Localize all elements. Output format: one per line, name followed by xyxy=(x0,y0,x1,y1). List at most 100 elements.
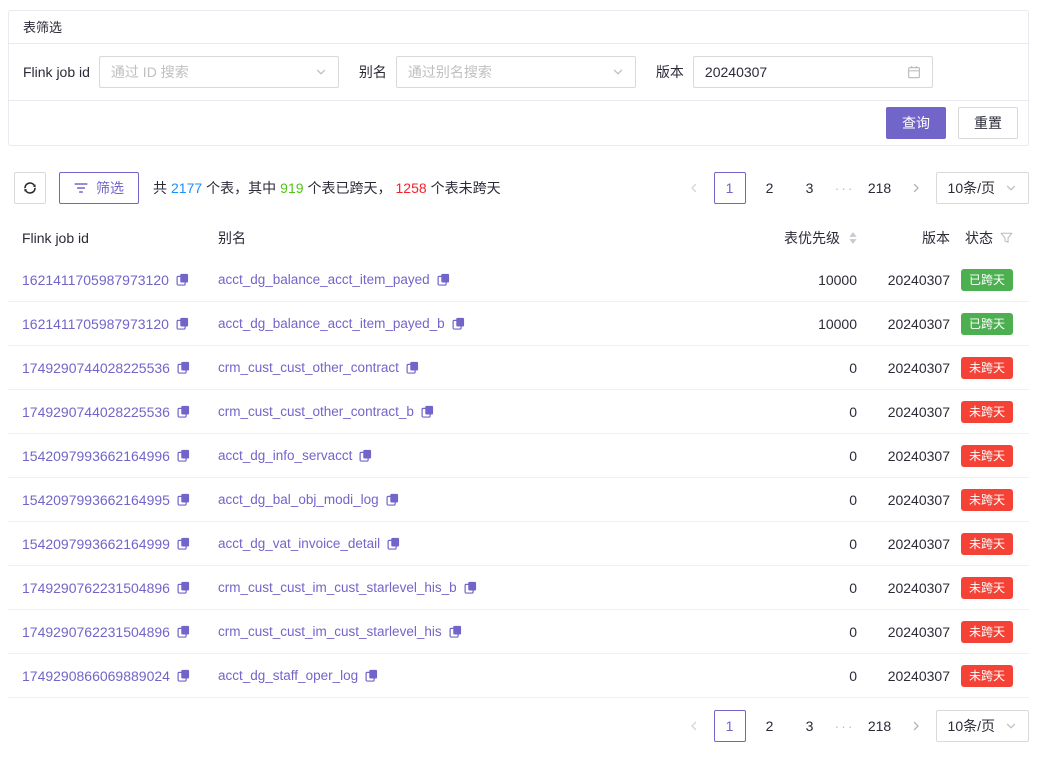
next-page-button[interactable] xyxy=(904,710,928,742)
status-badge: 未跨天 xyxy=(961,621,1013,643)
status-badge: 已跨天 xyxy=(961,313,1013,335)
prev-page-button[interactable] xyxy=(682,710,706,742)
copy-icon[interactable] xyxy=(177,493,190,506)
flink-job-id-select[interactable]: 通过 ID 搜索 xyxy=(99,56,339,88)
copy-icon[interactable] xyxy=(449,625,462,638)
next-page-button[interactable] xyxy=(904,172,928,204)
flink-job-id-placeholder: 通过 ID 搜索 xyxy=(111,62,189,82)
page-button-3[interactable]: 3 xyxy=(794,172,826,204)
table-row: 1749290866069889024 acct_dg_staff_oper_l… xyxy=(8,654,1029,698)
version-cell: 20240307 xyxy=(857,360,950,376)
copy-icon[interactable] xyxy=(177,449,190,462)
status-badge: 未跨天 xyxy=(961,665,1013,687)
column-header-status: 状态 xyxy=(950,228,1029,248)
copy-icon[interactable] xyxy=(421,405,434,418)
copy-icon[interactable] xyxy=(177,537,190,550)
alias-link[interactable]: crm_cust_cust_other_contract_b xyxy=(218,404,414,419)
total-count: 2177 xyxy=(171,180,202,196)
page: 表筛选 Flink job id 通过 ID 搜索 别名 通过别名搜索 版本 xyxy=(0,0,1037,742)
page-button-last[interactable]: 218 xyxy=(864,172,896,204)
caret-up-icon xyxy=(849,232,857,237)
flink-job-id-link[interactable]: 1749290744028225536 xyxy=(22,360,170,376)
search-button[interactable]: 查询 xyxy=(886,107,946,139)
chevron-down-icon xyxy=(1005,182,1017,194)
page-button-3[interactable]: 3 xyxy=(794,710,826,742)
filter-button[interactable]: 筛选 xyxy=(59,172,139,204)
version-cell: 20240307 xyxy=(857,492,950,508)
page-size-select[interactable]: 10条/页 xyxy=(936,172,1029,204)
alias-link[interactable]: acct_dg_bal_obj_modi_log xyxy=(218,492,379,507)
page-size-value: 10条/页 xyxy=(948,178,995,198)
flink-job-id-link[interactable]: 1621411705987973120 xyxy=(22,272,169,288)
page-button-2[interactable]: 2 xyxy=(754,710,786,742)
copy-icon[interactable] xyxy=(437,273,450,286)
summary-part1: 共 xyxy=(153,178,167,198)
pagination-bottom: 1 2 3 ··· 218 10条/页 xyxy=(682,710,1029,742)
filter-card-header: 表筛选 xyxy=(9,11,1028,44)
flink-job-id-link[interactable]: 1749290744028225536 xyxy=(22,404,170,420)
caret-down-icon xyxy=(849,239,857,244)
copy-icon[interactable] xyxy=(464,581,477,594)
filter-lines-icon xyxy=(74,182,88,194)
column-header-version: 版本 xyxy=(857,228,950,248)
status-filter-icon[interactable] xyxy=(1000,232,1013,244)
copy-icon[interactable] xyxy=(452,317,465,330)
alias-link[interactable]: acct_dg_balance_acct_item_payed xyxy=(218,272,430,287)
alias-field: 别名 通过别名搜索 xyxy=(359,56,636,88)
flink-job-id-link[interactable]: 1749290866069889024 xyxy=(22,668,170,684)
alias-link[interactable]: crm_cust_cust_im_cust_starlevel_his_b xyxy=(218,580,457,595)
flink-job-id-link[interactable]: 1749290762231504896 xyxy=(22,580,170,596)
chevron-right-icon xyxy=(910,182,922,194)
alias-link[interactable]: crm_cust_cust_im_cust_starlevel_his xyxy=(218,624,442,639)
copy-icon[interactable] xyxy=(386,493,399,506)
copy-icon[interactable] xyxy=(387,537,400,550)
page-size-value: 10条/页 xyxy=(948,716,995,736)
flink-job-id-link[interactable]: 1542097993662164999 xyxy=(22,536,170,552)
filter-card-body: Flink job id 通过 ID 搜索 别名 通过别名搜索 版本 20240… xyxy=(9,44,1028,100)
page-button-2[interactable]: 2 xyxy=(754,172,786,204)
alias-link[interactable]: acct_dg_info_servacct xyxy=(218,448,352,463)
status-badge: 未跨天 xyxy=(961,401,1013,423)
prev-page-button[interactable] xyxy=(682,172,706,204)
table-row: 1542097993662164999 acct_dg_vat_invoice_… xyxy=(8,522,1029,566)
copy-icon[interactable] xyxy=(177,405,190,418)
status-badge: 未跨天 xyxy=(961,489,1013,511)
filter-card: 表筛选 Flink job id 通过 ID 搜索 别名 通过别名搜索 版本 xyxy=(8,10,1029,146)
copy-icon[interactable] xyxy=(359,449,372,462)
page-button-1[interactable]: 1 xyxy=(714,172,746,204)
version-cell: 20240307 xyxy=(857,272,950,288)
copy-icon[interactable] xyxy=(177,625,190,638)
table-row: 1749290744028225536 crm_cust_cust_other_… xyxy=(8,346,1029,390)
alias-link[interactable]: acct_dg_balance_acct_item_payed_b xyxy=(218,316,445,331)
flink-job-id-link[interactable]: 1542097993662164996 xyxy=(22,448,170,464)
page-ellipsis[interactable]: ··· xyxy=(834,718,856,734)
alias-link[interactable]: acct_dg_vat_invoice_detail xyxy=(218,536,380,551)
flink-job-id-link[interactable]: 1749290762231504896 xyxy=(22,624,170,640)
copy-icon[interactable] xyxy=(177,581,190,594)
version-date-input[interactable]: 20240307 xyxy=(693,56,933,88)
copy-icon[interactable] xyxy=(365,669,378,682)
alias-label: 别名 xyxy=(359,62,387,82)
flink-job-id-link[interactable]: 1621411705987973120 xyxy=(22,316,169,332)
copy-icon[interactable] xyxy=(176,317,189,330)
flink-job-id-link[interactable]: 1542097993662164995 xyxy=(22,492,170,508)
copy-icon[interactable] xyxy=(177,669,190,682)
priority-cell: 10000 xyxy=(737,272,857,288)
refresh-button[interactable] xyxy=(14,172,46,204)
uncrossed-count: 1258 xyxy=(396,180,427,196)
chevron-down-icon xyxy=(315,66,327,78)
filter-card-title: 表筛选 xyxy=(23,20,62,35)
page-ellipsis[interactable]: ··· xyxy=(834,180,856,196)
alias-link[interactable]: crm_cust_cust_other_contract xyxy=(218,360,399,375)
page-button-1[interactable]: 1 xyxy=(714,710,746,742)
reset-button[interactable]: 重置 xyxy=(958,107,1018,139)
alias-link[interactable]: acct_dg_staff_oper_log xyxy=(218,668,358,683)
copy-icon[interactable] xyxy=(177,361,190,374)
sort-control[interactable] xyxy=(849,232,857,244)
copy-icon[interactable] xyxy=(406,361,419,374)
page-button-last[interactable]: 218 xyxy=(864,710,896,742)
copy-icon[interactable] xyxy=(176,273,189,286)
alias-select[interactable]: 通过别名搜索 xyxy=(396,56,636,88)
page-size-select[interactable]: 10条/页 xyxy=(936,710,1029,742)
priority-cell: 0 xyxy=(737,404,857,420)
